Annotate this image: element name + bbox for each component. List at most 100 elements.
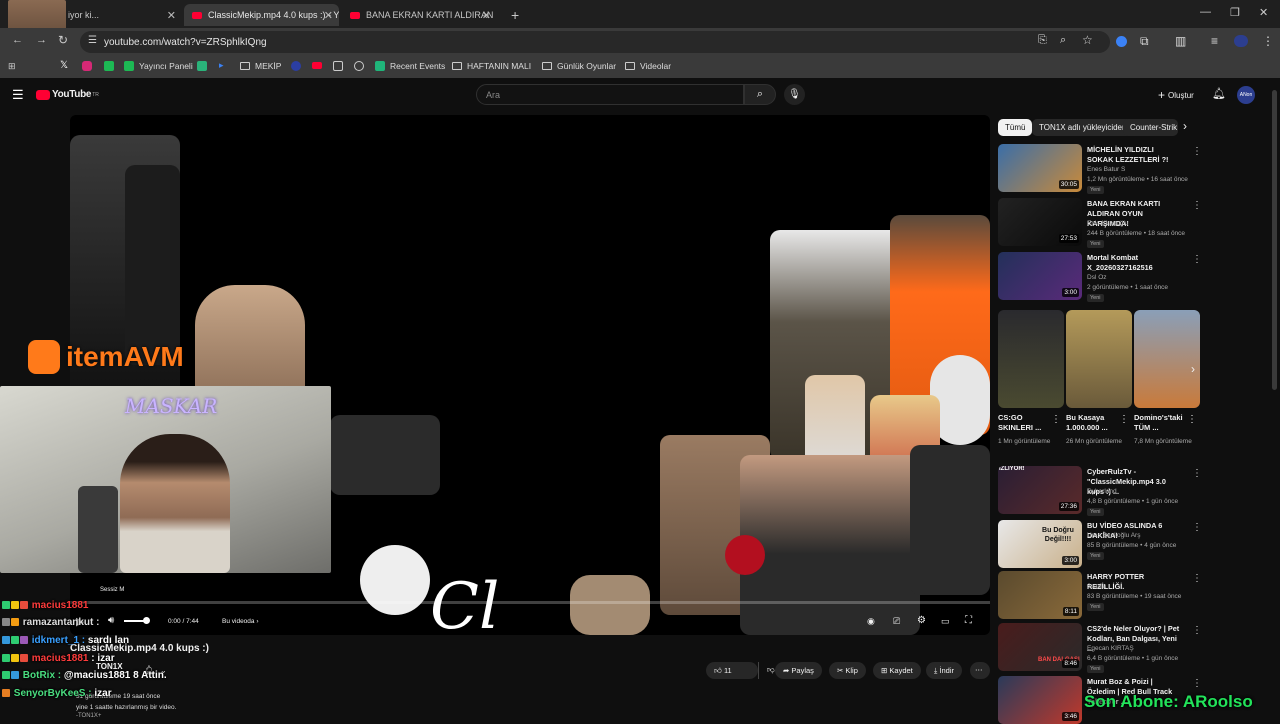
save-button[interactable]: ⊞ Kaydet (873, 662, 921, 679)
side-panel-icon[interactable]: ▥ (1175, 34, 1186, 48)
video-thumbnail: 3:00 (998, 252, 1082, 300)
recommended-video[interactable]: 30:05 MİCHELİN YILDIZLI SOKAK LEZZETLERİ… (998, 144, 1208, 196)
subtitles-icon[interactable]: ⎚ (893, 616, 900, 627)
more-vert-icon[interactable]: ⋮ (1192, 678, 1202, 689)
bookmark-star-icon[interactable]: ☆ (1082, 33, 1093, 47)
play-store-icon[interactable]: ▸ (219, 60, 224, 71)
kick-icon[interactable] (104, 61, 114, 71)
more-vert-icon[interactable]: ⋮ (1192, 200, 1202, 211)
close-tab-icon[interactable]: ✕ (167, 9, 176, 22)
short-thumbnail[interactable] (1134, 310, 1200, 408)
extension-icon[interactable] (1116, 36, 1127, 47)
voice-search-button[interactable]: 🎙︎ (784, 84, 805, 105)
x-twitter-icon[interactable]: 𝕏 (60, 60, 68, 71)
bookmark-yayinci-paneli[interactable]: Yayıncı Paneli (124, 61, 193, 71)
more-vert-icon[interactable]: ⋮ (1192, 468, 1202, 479)
folder-icon (452, 62, 462, 70)
chip-counter-strike[interactable]: Counter-Strik (1123, 119, 1178, 136)
hamburger-menu-icon[interactable]: ☰ (12, 87, 24, 103)
image-icon[interactable] (333, 61, 343, 71)
bookmark-recent-events[interactable]: Recent Events (375, 61, 445, 71)
video-figure-suit (125, 165, 180, 365)
bookmark-folder-videolar[interactable]: Videolar (625, 61, 671, 71)
bookmark-icon[interactable] (291, 61, 301, 71)
minimize-icon[interactable]: — (1200, 6, 1211, 18)
more-vert-icon[interactable]: ⋮ (1192, 254, 1202, 265)
notifications-bell-icon[interactable]: 🔔︎ (1212, 87, 1226, 100)
recommended-video[interactable]: 8:11 HARRY POTTER REZİLLİĞİ. Juadia 83 B… (998, 571, 1208, 623)
more-vert-icon[interactable]: ⋮ (1192, 146, 1202, 157)
bookmark-folder-mekip[interactable]: MEKİP (240, 61, 281, 71)
back-icon[interactable]: ← (12, 34, 23, 46)
clip-button[interactable]: ✂ Klip (829, 662, 866, 679)
chip-from-uploader[interactable]: TON1X adlı yükleyiciden (1032, 119, 1134, 136)
more-vert-icon[interactable]: ⋮ (1119, 414, 1129, 425)
recommended-video[interactable]: 27:53 BANA EKRAN KARTI ALDIRAN OYUN KARŞ… (998, 198, 1208, 250)
page-scrollbar[interactable] (1272, 90, 1277, 390)
recommended-video[interactable]: Bu Doğru Değil!!!! 3:00 BU VİDEO ASLINDA… (998, 520, 1208, 572)
restore-icon[interactable]: ❐ (1230, 6, 1240, 19)
more-vert-icon[interactable]: ⋮ (1051, 414, 1061, 425)
description-more[interactable]: -TON1X+ (76, 713, 101, 719)
autoplay-toggle-icon[interactable]: ◉ (867, 616, 875, 627)
new-badge: Yeni (1087, 508, 1104, 516)
close-tab-icon[interactable]: ✕ (324, 9, 333, 22)
short-thumbnail[interactable] (998, 310, 1064, 408)
install-app-icon[interactable]: ⎘ (1038, 34, 1047, 47)
profile-avatar-icon[interactable] (1234, 35, 1248, 47)
progress-bar[interactable] (70, 601, 990, 604)
chapter-button[interactable]: Bu videoda › (216, 616, 265, 627)
search-input[interactable]: Ara (476, 84, 744, 105)
reload-icon[interactable]: ↻ (58, 33, 68, 47)
extensions-puzzle-icon[interactable]: ⧉ (1140, 34, 1149, 49)
close-window-icon[interactable]: ✕ (1259, 6, 1268, 19)
chip-all[interactable]: Tümü (998, 119, 1033, 136)
fullscreen-icon[interactable]: ⛶ (965, 615, 972, 626)
recommended-video[interactable]: İZLİYOR! 27:36 CyberRulzTv - "ClassicMek… (998, 466, 1208, 518)
more-vert-icon[interactable]: ⋮ (1187, 414, 1197, 425)
volume-icon[interactable]: 🔊︎ (108, 615, 114, 626)
recommended-video[interactable]: 3:00 Mortal Kombat X_20260327162516 Dsl … (998, 252, 1208, 304)
new-badge: Yeni (1087, 294, 1104, 302)
chat-message: ramazantankut : (2, 617, 99, 628)
browser-menu-icon[interactable]: ⋮ (1262, 34, 1274, 48)
site-info-icon[interactable]: ☰ (88, 35, 97, 46)
more-actions-button[interactable]: ⋯ (970, 662, 990, 679)
close-tab-icon[interactable]: ✕ (482, 9, 491, 22)
like-button[interactable]: 👍︎ 11 👎︎ (706, 662, 775, 679)
miniplayer-icon[interactable]: ▭ (941, 616, 950, 627)
instagram-icon[interactable] (82, 61, 92, 71)
settings-icon[interactable]: ⚙ (917, 615, 926, 626)
more-vert-icon[interactable]: ⋮ (1192, 625, 1202, 636)
browser-tab[interactable]: BANA EKRAN KARTI ALDIRAN ✕ (342, 4, 497, 26)
volume-slider-handle[interactable] (143, 617, 150, 624)
bookmark-folder-gunluk-oyunlar[interactable]: Günlük Oyunlar (542, 61, 616, 71)
download-button[interactable]: ⤓ İndir (926, 662, 963, 679)
chevron-right-icon[interactable]: › (1191, 362, 1195, 376)
more-vert-icon[interactable]: ⋮ (1192, 522, 1202, 533)
short-thumbnail[interactable] (1066, 310, 1132, 408)
recommended-title: MİCHELİN YILDIZLI SOKAK LEZZETLERİ ?! (1087, 145, 1169, 164)
bookmark-icon[interactable] (197, 61, 207, 71)
youtube-icon[interactable] (312, 62, 322, 69)
youtube-logo[interactable]: YouTube TR (36, 89, 99, 100)
share-button[interactable]: ➦ Paylaş (775, 662, 822, 679)
recommended-video[interactable]: BAN DALGASI 8:46 CS2'de Neler Oluyor? | … (998, 623, 1208, 675)
address-bar[interactable]: ☰ youtube.com/watch?v=ZRSphlkIQng ⎘ ⌕ ☆ (80, 31, 1110, 53)
new-tab-button[interactable]: + (503, 4, 521, 26)
forward-icon[interactable]: → (36, 34, 47, 46)
reading-list-icon[interactable]: ≡ (1211, 34, 1218, 48)
search-button[interactable]: ⌕ (744, 84, 776, 105)
account-avatar[interactable]: ANon (1237, 86, 1255, 104)
apps-grid-icon[interactable]: ⊞ (8, 61, 16, 72)
chevron-right-icon[interactable]: › (1183, 119, 1187, 133)
zoom-icon[interactable]: ⌕ (1060, 34, 1066, 47)
short-views: 26 Mn görüntüleme (1066, 438, 1123, 445)
bookmark-folder-haftanin-mali[interactable]: HAFTANIN MALI (452, 61, 531, 71)
browser-tab-active[interactable]: ClassicMekip.mp4 4.0 kups :) - Y ✕ (184, 4, 339, 26)
bookmark-icon[interactable] (354, 61, 364, 71)
create-button[interactable]: + Oluştur (1158, 88, 1194, 102)
video-figure-man-pointing (330, 415, 440, 495)
chat-badge-icon (2, 654, 10, 662)
more-vert-icon[interactable]: ⋮ (1192, 573, 1202, 584)
